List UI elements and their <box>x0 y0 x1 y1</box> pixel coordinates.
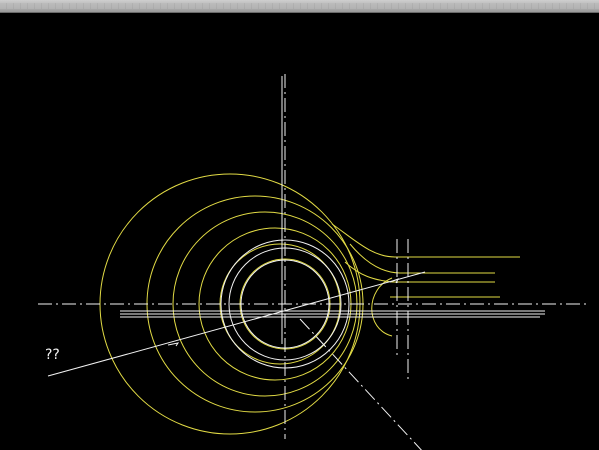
yellow-lead-mid <box>349 243 495 274</box>
slanted-line <box>47 271 426 377</box>
yellow-arc-right <box>371 277 393 337</box>
annotation-text: ?? <box>45 347 60 363</box>
yellow-lead-bot <box>344 261 495 283</box>
cad-drawing: ?? <box>38 74 590 450</box>
yellow-lead-top <box>331 223 520 258</box>
white-geometry <box>38 74 590 450</box>
window-titlebar[interactable] <box>0 0 599 13</box>
diagonal-dash <box>299 318 422 450</box>
cad-viewport[interactable]: ?? <box>0 14 599 450</box>
arrow-left <box>167 342 180 347</box>
